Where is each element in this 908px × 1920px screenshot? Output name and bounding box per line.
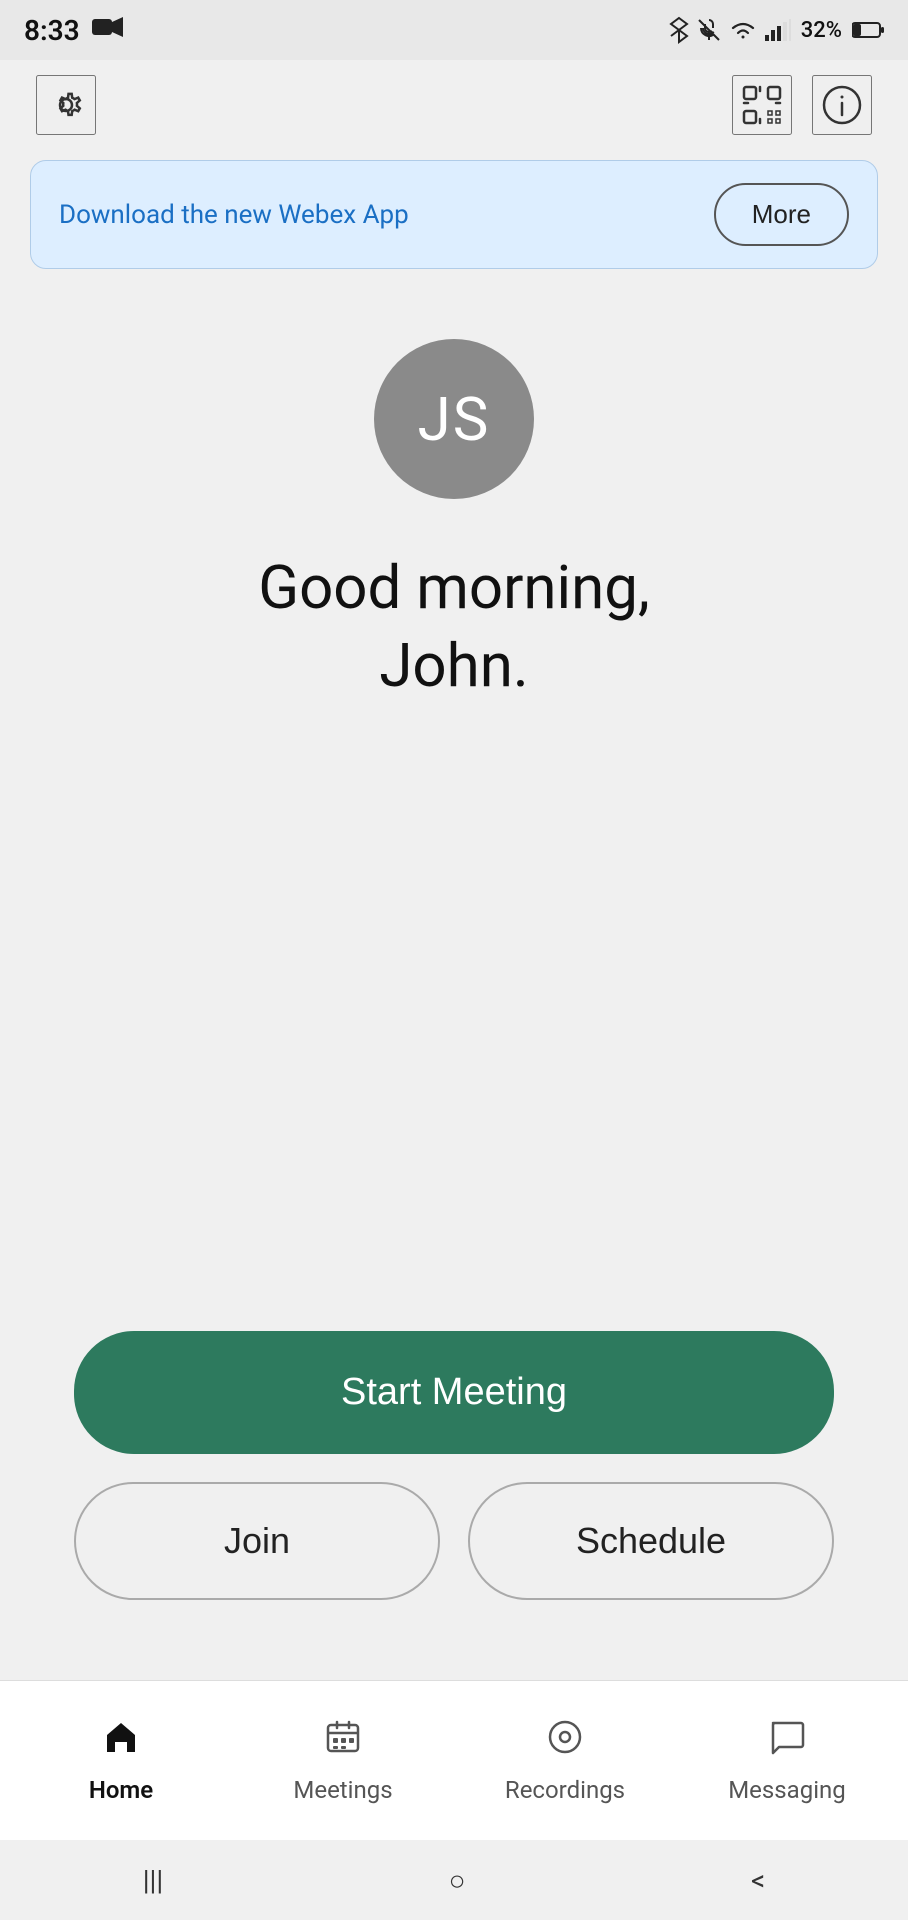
nav-label-messaging: Messaging xyxy=(728,1776,846,1804)
greeting-line1: Good morning, xyxy=(258,549,650,627)
main-content: JS Good morning, John. Start Meeting Joi… xyxy=(0,279,908,1680)
system-nav: ||| ○ < xyxy=(0,1840,908,1920)
greeting-line2: John. xyxy=(258,627,650,705)
scan-button[interactable] xyxy=(732,75,792,135)
join-button[interactable]: Join xyxy=(74,1482,440,1600)
bluetooth-icon xyxy=(669,16,689,44)
mute-icon xyxy=(697,18,721,42)
app-header xyxy=(0,60,908,150)
settings-button[interactable] xyxy=(36,75,96,135)
battery-icon xyxy=(852,21,884,39)
nav-item-home[interactable]: Home xyxy=(10,1718,232,1804)
status-time: 8:33 xyxy=(24,14,80,47)
status-icons xyxy=(669,16,791,44)
action-buttons: Start Meeting Join Schedule xyxy=(74,1331,834,1600)
status-bar: 8:33 xyxy=(0,0,908,60)
banner-more-button[interactable]: More xyxy=(714,183,849,246)
messaging-icon xyxy=(768,1718,806,1766)
schedule-button[interactable]: Schedule xyxy=(468,1482,834,1600)
wifi-icon xyxy=(729,19,757,41)
info-button[interactable] xyxy=(812,75,872,135)
camera-recording-icon xyxy=(92,16,124,44)
status-bar-left: 8:33 xyxy=(24,14,124,47)
start-meeting-button[interactable]: Start Meeting xyxy=(74,1331,834,1454)
bottom-nav: Home Meetings Recordings xyxy=(0,1680,908,1840)
banner-text: Download the new Webex App xyxy=(59,200,409,230)
download-banner: Download the new Webex App More xyxy=(30,160,878,269)
nav-label-recordings: Recordings xyxy=(505,1776,625,1804)
secondary-buttons: Join Schedule xyxy=(74,1482,834,1600)
header-right xyxy=(732,75,872,135)
nav-label-home: Home xyxy=(89,1776,153,1804)
signal-icon xyxy=(765,19,791,41)
meetings-icon xyxy=(324,1718,362,1766)
home-icon xyxy=(102,1718,140,1766)
nav-label-meetings: Meetings xyxy=(293,1776,392,1804)
nav-item-recordings[interactable]: Recordings xyxy=(454,1718,676,1804)
recent-apps-button[interactable]: ||| xyxy=(113,1854,194,1907)
avatar-initials: JS xyxy=(418,384,491,455)
status-bar-right: 32% xyxy=(669,16,884,44)
nav-item-meetings[interactable]: Meetings xyxy=(232,1718,454,1804)
home-system-button[interactable]: ○ xyxy=(419,1854,496,1907)
avatar: JS xyxy=(374,339,534,499)
greeting: Good morning, John. xyxy=(258,549,650,705)
back-button[interactable]: < xyxy=(721,1854,795,1907)
nav-item-messaging[interactable]: Messaging xyxy=(676,1718,898,1804)
battery-percent: 32% xyxy=(801,18,842,43)
recordings-icon xyxy=(546,1718,584,1766)
